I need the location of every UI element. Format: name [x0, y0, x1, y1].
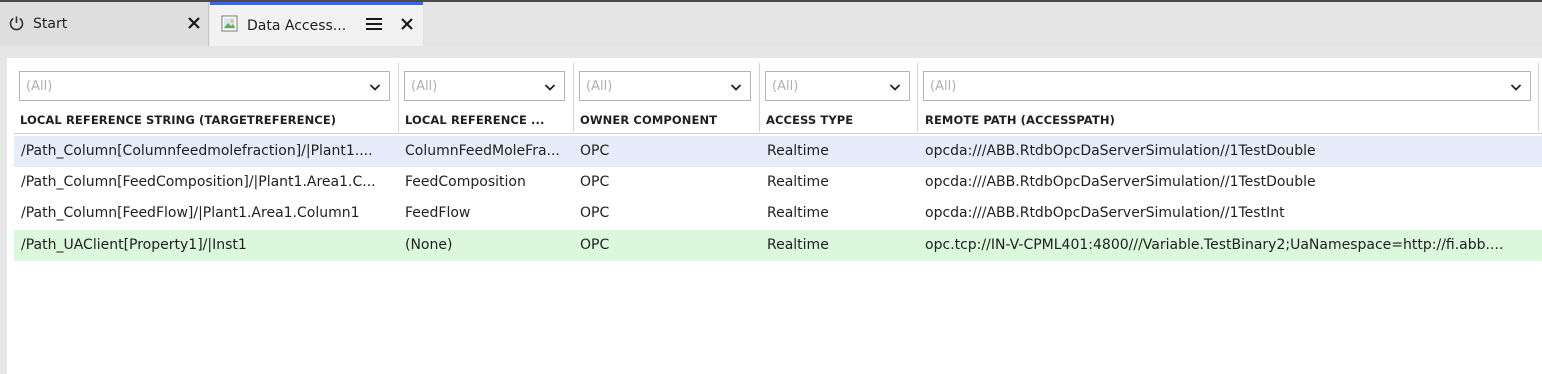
filter-local-reference[interactable]: (All) — [404, 71, 565, 101]
cell-access-type: Realtime — [767, 174, 829, 190]
table-row[interactable]: /Path_UAClient[Property1]/|Inst1 (None) … — [14, 230, 1542, 261]
chevron-down-icon — [369, 81, 381, 96]
cell-local-reference-string: /Path_Column[Columnfeedmolefraction]/|Pl… — [21, 143, 373, 159]
cell-access-type: Realtime — [767, 143, 829, 159]
power-icon — [8, 15, 25, 32]
cell-access-type: Realtime — [767, 237, 829, 253]
cell-access-type: Realtime — [767, 205, 829, 221]
cell-local-reference-string: /Path_Column[FeedComposition]/|Plant1.Ar… — [21, 174, 376, 190]
filter-value: (All) — [772, 78, 799, 94]
header-divider — [14, 133, 1542, 134]
close-icon[interactable] — [187, 16, 201, 30]
column-separator[interactable] — [917, 63, 918, 132]
cell-remote-path: opcda:///ABB.RtdbOpcDaServerSimulation//… — [925, 143, 1316, 159]
filter-remote-path[interactable]: (All) — [923, 71, 1531, 101]
filter-owner-component[interactable]: (All) — [579, 71, 751, 101]
table-row[interactable]: /Path_Column[FeedComposition]/|Plant1.Ar… — [14, 167, 1542, 198]
chevron-down-icon — [730, 81, 742, 96]
cell-remote-path: opc.tcp://IN-V-CPML401:4800///Variable.T… — [925, 237, 1504, 253]
tab-start-label: Start — [33, 16, 68, 32]
column-separator[interactable] — [573, 63, 574, 132]
menu-icon[interactable] — [366, 17, 382, 31]
chevron-down-icon — [889, 81, 901, 96]
cell-owner-component: OPC — [580, 237, 610, 253]
image-icon — [221, 15, 239, 33]
chevron-down-icon — [544, 81, 556, 96]
column-separator[interactable] — [398, 63, 399, 132]
cell-remote-path: opcda:///ABB.RtdbOpcDaServerSimulation//… — [925, 205, 1285, 221]
filter-value: (All) — [411, 78, 438, 94]
cell-owner-component: OPC — [580, 205, 610, 221]
filter-value: (All) — [586, 78, 613, 94]
tab-start[interactable]: Start — [0, 2, 209, 46]
column-header-owner-component[interactable]: OWNER COMPONENT — [580, 113, 717, 127]
column-header-local-reference[interactable]: LOCAL REFERENCE ... — [405, 113, 544, 127]
cell-local-reference-string: /Path_UAClient[Property1]/|Inst1 — [21, 237, 247, 253]
table-row[interactable]: /Path_Column[FeedFlow]/|Plant1.Area1.Col… — [14, 198, 1542, 229]
filter-value: (All) — [930, 78, 957, 94]
cell-local-reference-string: /Path_Column[FeedFlow]/|Plant1.Area1.Col… — [21, 205, 360, 221]
column-header-local-reference-string[interactable]: LOCAL REFERENCE STRING (TARGETREFERENCE) — [20, 113, 336, 127]
tab-bar: Start Data Access... — [0, 2, 1542, 46]
close-icon[interactable] — [400, 17, 414, 31]
cell-local-reference: ColumnFeedMoleFra... — [405, 143, 560, 159]
filter-local-reference-string[interactable]: (All) — [19, 71, 390, 101]
column-separator[interactable] — [1538, 63, 1539, 132]
column-header-remote-path[interactable]: REMOTE PATH (ACCESSPATH) — [925, 113, 1115, 127]
cell-remote-path: opcda:///ABB.RtdbOpcDaServerSimulation//… — [925, 174, 1316, 190]
cell-local-reference: (None) — [405, 237, 453, 253]
chevron-down-icon — [1510, 81, 1522, 96]
cell-owner-component: OPC — [580, 174, 610, 190]
column-separator[interactable] — [759, 63, 760, 132]
cell-local-reference: FeedComposition — [405, 174, 526, 190]
tab-data-access[interactable]: Data Access... — [210, 2, 423, 46]
table-row[interactable]: /Path_Column[Columnfeedmolefraction]/|Pl… — [14, 136, 1542, 167]
tab-content-gap — [0, 46, 1542, 58]
column-header-access-type[interactable]: ACCESS TYPE — [766, 113, 853, 127]
cell-owner-component: OPC — [580, 143, 610, 159]
filter-value: (All) — [26, 78, 53, 94]
cell-local-reference: FeedFlow — [405, 205, 471, 221]
tab-data-access-label: Data Access... — [247, 17, 347, 34]
filter-access-type[interactable]: (All) — [765, 71, 910, 101]
